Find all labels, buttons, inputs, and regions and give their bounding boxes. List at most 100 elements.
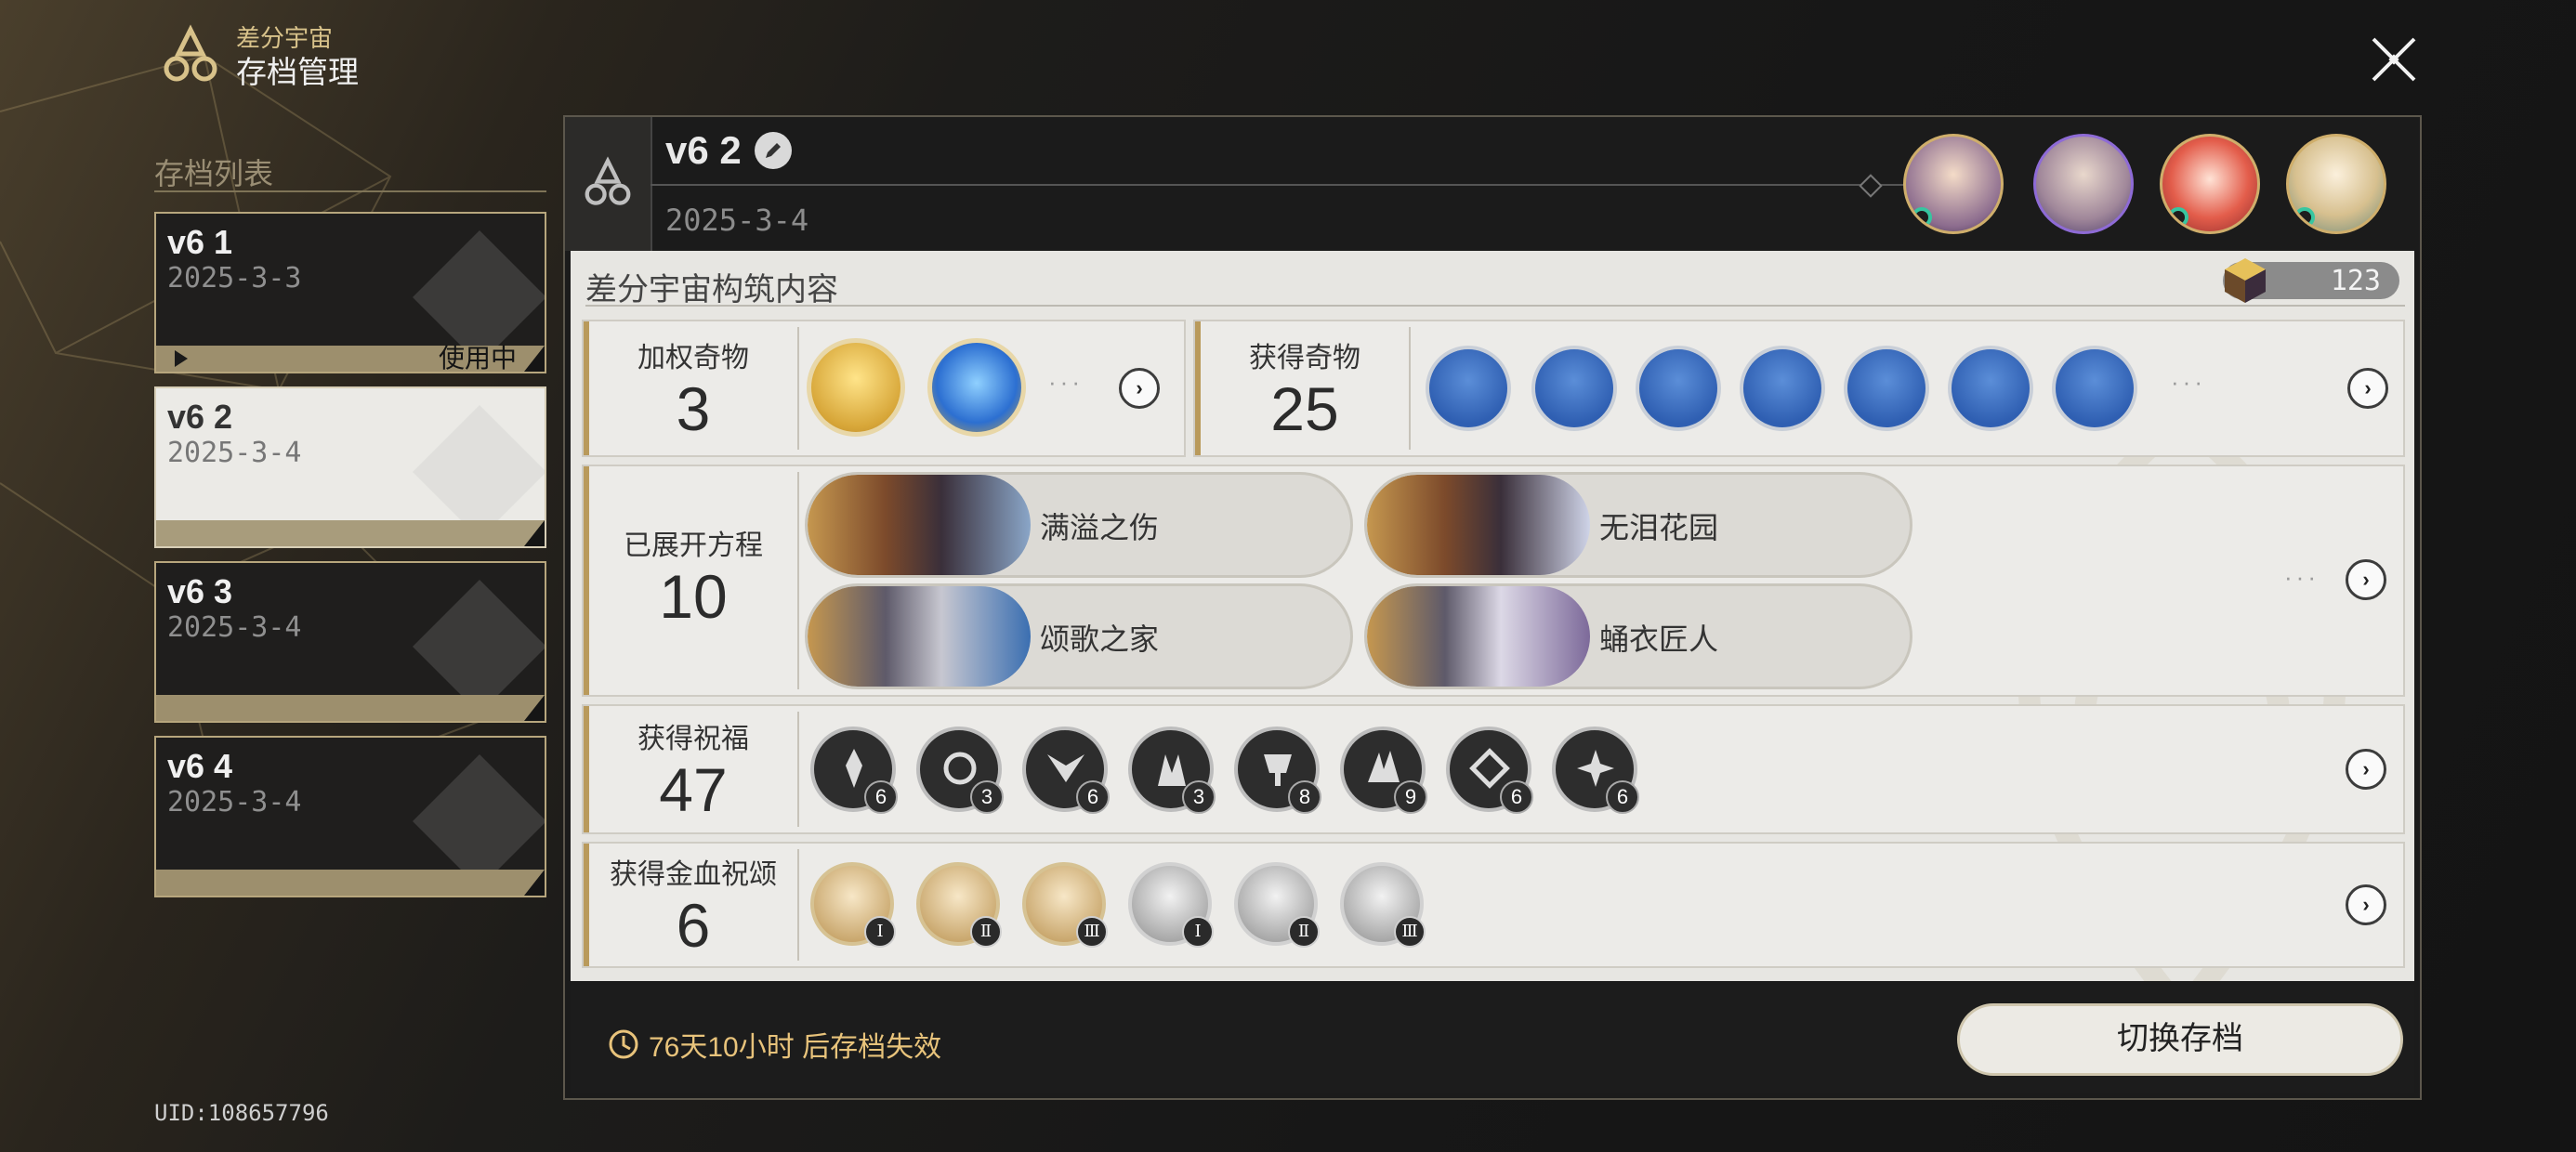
golden-blood-icon[interactable]: Ⅰ xyxy=(1128,862,1214,948)
save-slot-3[interactable]: v6 3 2025-3-4 xyxy=(154,561,546,723)
team-avatar-4[interactable] xyxy=(2286,134,2386,234)
equation-name: 满溢之伤 xyxy=(1040,511,1160,544)
section-title: 差分宇宙构筑内容 xyxy=(585,272,838,308)
view-equations-button[interactable]: › xyxy=(2346,559,2386,600)
level-badge: Ⅱ xyxy=(1288,916,1320,948)
blessing-count: 3 xyxy=(1182,780,1216,814)
equation-card-3[interactable]: 颂歌之家 xyxy=(805,583,1353,689)
in-use-label: 使用中 xyxy=(438,344,517,373)
blessing-icon[interactable]: 6 xyxy=(1552,727,1639,814)
curio-chest-icon[interactable] xyxy=(1426,346,1511,431)
cube-icon xyxy=(2225,258,2266,303)
row-value: 25 xyxy=(1270,374,1339,443)
blessing-icon[interactable]: 3 xyxy=(1128,727,1216,814)
status-dot-icon xyxy=(2294,207,2315,228)
user-id: UID:108657796 xyxy=(154,1100,329,1126)
save-date: 2025-3-4 xyxy=(665,203,809,238)
save-slot-1[interactable]: v6 1 2025-3-3 使用中 xyxy=(154,212,546,373)
curio-gold-emblem-icon[interactable] xyxy=(807,338,905,437)
blessing-icon[interactable]: 8 xyxy=(1234,727,1321,814)
golden-blood-icon[interactable]: Ⅲ xyxy=(1340,862,1426,948)
row-label: 加权奇物 xyxy=(637,343,749,373)
panel-footer: 76天10小时 后存档失效 切换存档 xyxy=(571,985,2414,1093)
diamond-icon xyxy=(1859,174,1883,198)
blessing-count: 8 xyxy=(1288,780,1321,814)
save-slot-2[interactable]: v6 2 2025-3-4 xyxy=(154,386,546,548)
row-value: 47 xyxy=(659,755,728,824)
count-value: 123 xyxy=(2330,265,2381,297)
chevron-right-icon: › xyxy=(2364,376,2372,399)
close-icon[interactable] xyxy=(2368,33,2420,85)
team-avatar-2[interactable] xyxy=(2033,134,2134,234)
golden-blood-icon[interactable]: Ⅱ xyxy=(916,862,1002,948)
team-avatar-1[interactable] xyxy=(1903,134,2004,234)
weighted-curios-row: 加权奇物 3 ··· › xyxy=(582,320,1186,457)
blessing-icon[interactable]: 6 xyxy=(1022,727,1110,814)
obtained-curios-row: 获得奇物 25 ··· › xyxy=(1193,320,2405,457)
golden-blood-icon[interactable]: Ⅲ xyxy=(1022,862,1108,948)
golden-blood-icon[interactable]: Ⅱ xyxy=(1234,862,1320,948)
row-label: 获得奇物 xyxy=(1249,343,1360,373)
divider xyxy=(651,184,1952,186)
save-slot-4[interactable]: v6 4 2025-3-4 xyxy=(154,736,546,897)
build-content: 差分宇宙构筑内容 123 加权奇物 3 ··· › 获得奇物 25 ··· › … xyxy=(571,251,2414,981)
save-title-row: v6 2 xyxy=(665,128,792,173)
edit-name-button[interactable] xyxy=(754,132,792,169)
row-value: 6 xyxy=(676,891,711,960)
curio-tooth-icon[interactable] xyxy=(1636,346,1721,431)
view-blessings-button[interactable]: › xyxy=(2346,749,2386,790)
curio-ice-icon[interactable] xyxy=(1531,346,1617,431)
equation-art xyxy=(808,475,1031,575)
blessing-icon[interactable]: 6 xyxy=(1446,727,1533,814)
blessing-count: 6 xyxy=(864,780,898,814)
pencil-icon xyxy=(765,143,781,158)
row-label: 获得祝福 xyxy=(637,724,749,754)
equation-card-1[interactable]: 满溢之伤 xyxy=(805,472,1353,578)
row-label: 获得金血祝颂 xyxy=(610,859,777,890)
chevron-right-icon: › xyxy=(2362,568,2370,591)
page-title: 存档管理 xyxy=(236,55,359,89)
row-label: 已展开方程 xyxy=(624,530,763,561)
level-badge: Ⅲ xyxy=(1394,916,1426,948)
blessing-count: 6 xyxy=(1500,780,1533,814)
blessing-icon[interactable]: 3 xyxy=(916,727,1004,814)
equation-card-2[interactable]: 无泪花园 xyxy=(1364,472,1912,578)
level-badge: Ⅱ xyxy=(970,916,1002,948)
view-obtained-curios-button[interactable]: › xyxy=(2347,368,2388,409)
save-status-bar xyxy=(156,695,545,721)
clock-icon xyxy=(609,1029,638,1059)
save-name: v6 3 xyxy=(167,572,233,610)
switch-save-button[interactable]: 切换存档 xyxy=(1957,1003,2403,1076)
universe-logo-icon xyxy=(164,24,217,82)
view-weighted-curios-button[interactable]: › xyxy=(1119,368,1160,409)
row-value: 10 xyxy=(659,562,728,631)
equations-row: 已展开方程 10 满溢之伤 无泪花园 颂歌之家 蛹衣匠人 ··· › xyxy=(582,465,2405,697)
curio-fire-icon[interactable] xyxy=(1844,346,1929,431)
equation-card-4[interactable]: 蛹衣匠人 xyxy=(1364,583,1912,689)
app-header: 差分宇宙 存档管理 xyxy=(158,22,359,91)
chevron-right-icon: › xyxy=(2362,893,2370,916)
save-title: v6 2 xyxy=(665,128,742,172)
equation-art xyxy=(1367,586,1590,687)
curio-ghost-icon[interactable] xyxy=(1740,346,1825,431)
equation-art xyxy=(808,586,1031,687)
chevron-right-icon: › xyxy=(1136,376,1143,399)
curio-stamp-icon[interactable] xyxy=(2052,346,2137,431)
team-avatar-3[interactable] xyxy=(2160,134,2260,234)
curio-book-icon[interactable] xyxy=(1948,346,2033,431)
save-list-title: 存档列表 xyxy=(154,157,274,190)
view-golden-blood-button[interactable]: › xyxy=(2346,884,2386,925)
curio-blue-orb-icon[interactable] xyxy=(927,338,1026,437)
blessing-icon[interactable]: 6 xyxy=(810,727,898,814)
level-badge: Ⅰ xyxy=(1182,916,1214,948)
save-date: 2025-3-3 xyxy=(167,262,302,295)
status-dot-icon xyxy=(2168,207,2188,228)
level-badge: Ⅰ xyxy=(864,916,896,948)
save-date: 2025-3-4 xyxy=(167,437,302,469)
save-date: 2025-3-4 xyxy=(167,786,302,818)
more-icon: ··· xyxy=(1048,368,1084,396)
count-badge: 123 xyxy=(2223,258,2399,303)
golden-blood-icon[interactable]: Ⅰ xyxy=(810,862,896,948)
blessing-icon[interactable]: 9 xyxy=(1340,727,1427,814)
status-dot-icon xyxy=(1912,207,1932,228)
